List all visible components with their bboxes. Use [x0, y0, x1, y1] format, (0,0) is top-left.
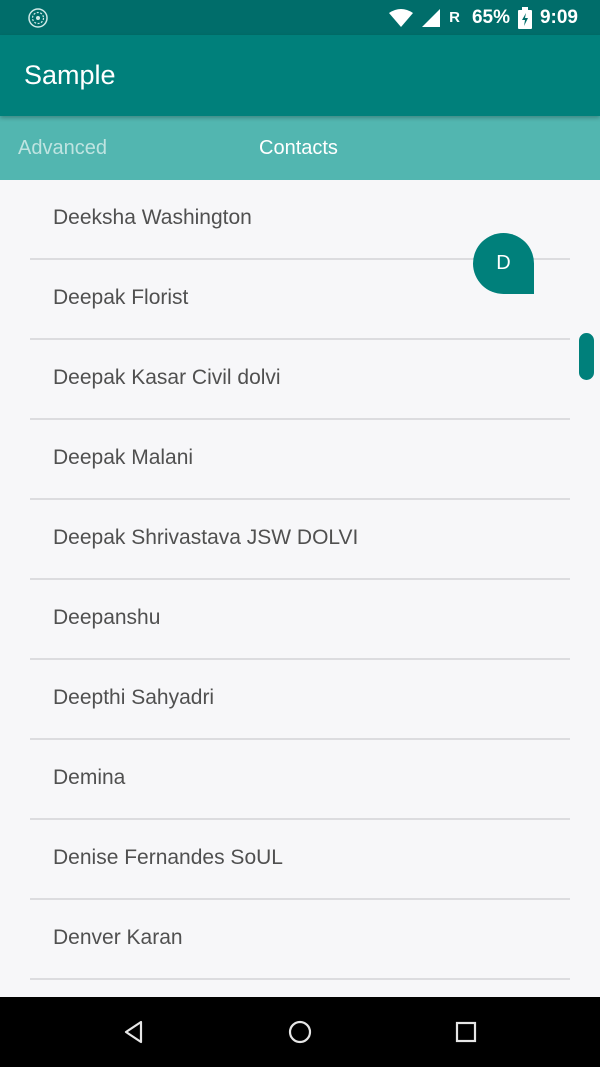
divider: [30, 978, 570, 980]
contact-list-item[interactable]: Denver Karan: [0, 900, 600, 980]
battery-charging-icon: [517, 6, 532, 29]
tab-contacts[interactable]: Contacts: [259, 137, 338, 160]
back-icon[interactable]: [121, 1019, 147, 1045]
contact-list-item[interactable]: Deepanshu: [0, 580, 600, 660]
contact-list-item[interactable]: Demina: [0, 740, 600, 820]
recents-icon[interactable]: [453, 1019, 479, 1045]
contact-name: Denver Karan: [53, 926, 183, 949]
app-notification-icon: [28, 8, 48, 28]
contact-list-item[interactable]: Deepak Malani: [0, 420, 600, 500]
contact-list-item[interactable]: Deepak Kasar Civil dolvi: [0, 340, 600, 420]
fast-scroll-letter-bubble: D: [473, 233, 534, 294]
status-icons: R 65% 9:09: [389, 0, 578, 35]
contact-name: Denise Fernandes SoUL: [53, 846, 283, 869]
contact-name: Demina: [53, 766, 126, 789]
contact-name: Deepanshu: [53, 606, 161, 629]
contact-name: Deepak Florist: [53, 286, 189, 309]
contact-list-item[interactable]: Denise Fernandes SoUL: [0, 820, 600, 900]
signal-icon: [422, 8, 441, 27]
fast-scroll-thumb[interactable]: [579, 333, 594, 380]
contact-list[interactable]: Deeksha Washington Deepak Florist Deepak…: [0, 180, 600, 997]
contact-list-item[interactable]: Deepthi Sahyadri: [0, 660, 600, 740]
home-icon[interactable]: [287, 1019, 313, 1045]
wifi-icon: [389, 8, 414, 27]
navigation-bar: [0, 997, 600, 1067]
app-bar: Sample: [0, 35, 600, 116]
contact-list-item[interactable]: Deepak Shrivastava JSW DOLVI: [0, 500, 600, 580]
status-bar: R 65% 9:09: [0, 0, 600, 35]
contact-name: Deepak Malani: [53, 446, 194, 469]
battery-percent: 65%: [471, 6, 510, 28]
tab-bar: Advanced Contacts: [0, 116, 600, 180]
clock: 9:09: [539, 6, 578, 28]
roaming-indicator: R: [449, 9, 460, 26]
contact-name: Deepak Shrivastava JSW DOLVI: [53, 526, 359, 549]
contact-name: Deepak Kasar Civil dolvi: [53, 366, 281, 389]
tab-advanced[interactable]: Advanced: [18, 137, 107, 160]
contact-name: Deeksha Washington: [53, 206, 252, 229]
contact-name: Deepthi Sahyadri: [53, 686, 215, 709]
app-title: Sample: [24, 60, 116, 90]
